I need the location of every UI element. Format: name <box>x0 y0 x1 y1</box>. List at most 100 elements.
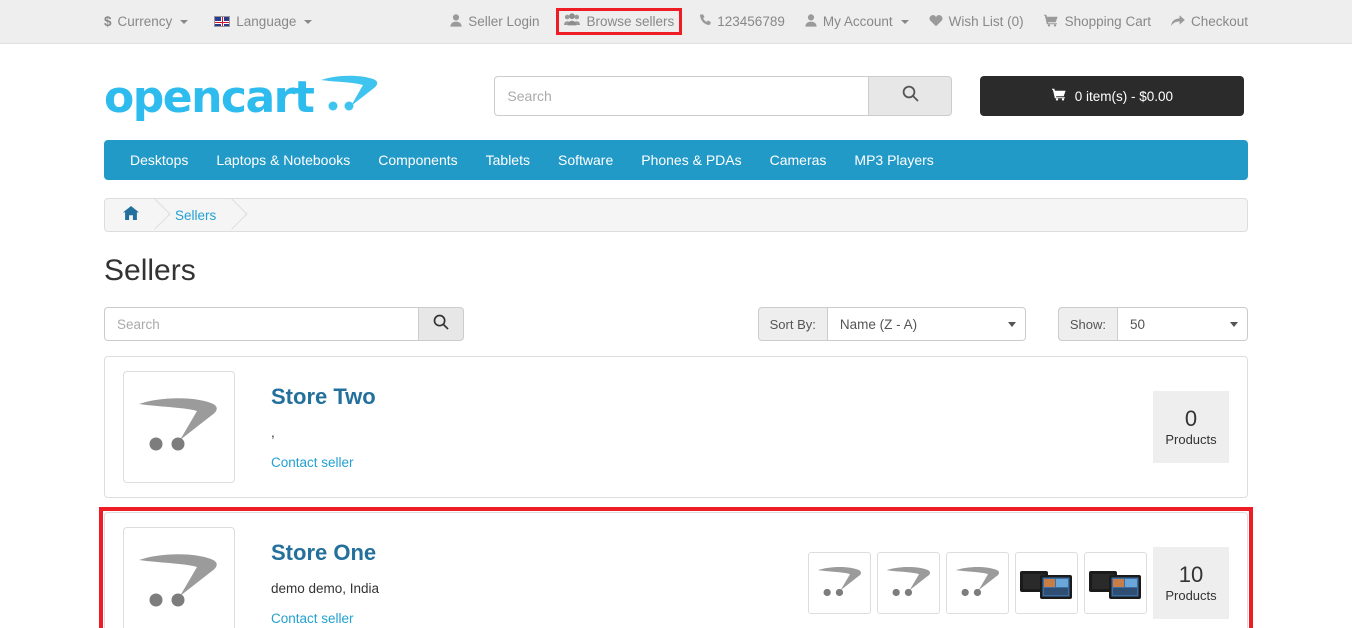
seller-card[interactable]: Store Two , Contact seller 0 Products <box>104 356 1248 498</box>
product-count-badge: 0 Products <box>1153 391 1229 463</box>
checkout-label: Checkout <box>1190 14 1248 29</box>
cart-total-button[interactable]: 0 item(s) - $0.00 <box>980 76 1245 116</box>
product-thumbnail[interactable] <box>877 552 940 614</box>
search-icon <box>902 85 919 107</box>
heart-icon <box>929 14 943 30</box>
show-label: Show: <box>1057 307 1118 341</box>
seller-card-right: 10 Products <box>808 547 1229 619</box>
seller-search <box>104 307 464 341</box>
sort-by-value: Name (Z - A) <box>839 316 918 332</box>
seller-info: Store One demo demo, India Contact selle… <box>271 540 808 625</box>
currency-dropdown[interactable]: $ Currency <box>104 13 189 29</box>
header-search <box>494 76 953 116</box>
contact-seller-link[interactable]: Contact seller <box>271 455 1147 470</box>
my-account-dropdown[interactable]: My Account <box>805 14 909 30</box>
product-count-number: 10 <box>1178 561 1204 587</box>
product-thumbnails <box>808 552 1147 614</box>
site-logo[interactable]: opencart <box>104 72 381 124</box>
arrow-share-icon <box>1170 14 1185 30</box>
language-label: Language <box>236 14 297 29</box>
phone-label: 123456789 <box>717 14 785 29</box>
search-icon <box>433 314 449 335</box>
seller-name[interactable]: Store Two <box>271 384 1147 410</box>
chevron-down-icon <box>180 19 189 24</box>
breadcrumb-home[interactable] <box>105 198 171 232</box>
seller-address: demo demo, India <box>271 580 380 596</box>
product-count-number: 0 <box>1184 405 1198 431</box>
chevron-down-icon <box>1230 321 1238 327</box>
seller-address: , <box>271 424 275 440</box>
sort-by-label: Sort By: <box>757 307 828 341</box>
wish-list-link[interactable]: Wish List (0) <box>929 14 1024 30</box>
main-nav-wrapper: Desktops Laptops & Notebooks Components … <box>0 140 1352 180</box>
top-bar: $ Currency Language Seller Login Browse … <box>0 0 1352 44</box>
product-count-badge: 10 Products <box>1153 547 1229 619</box>
seller-search-button[interactable] <box>418 307 464 341</box>
phone-icon <box>699 13 712 30</box>
cart-icon <box>1043 14 1059 30</box>
shopping-cart-link[interactable]: Shopping Cart <box>1043 14 1151 30</box>
sort-by-select[interactable]: Name (Z - A) <box>827 307 1026 341</box>
main-content: Sellers Sellers Sort By: Name (Z - A) <box>0 198 1352 628</box>
seller-login-label: Seller Login <box>468 14 540 29</box>
seller-avatar[interactable] <box>123 527 235 628</box>
flag-uk-icon <box>214 16 231 27</box>
cart-swoosh-icon <box>319 72 381 124</box>
currency-label: Currency <box>117 14 173 29</box>
chevron-down-icon <box>304 19 313 24</box>
seller-login-link[interactable]: Seller Login <box>450 14 539 30</box>
filter-controls: Sort By: Name (Z - A) Show: 50 <box>757 307 1248 341</box>
show-value: 50 <box>1130 316 1146 332</box>
site-header: opencart 0 item(s) - $0.00 <box>0 44 1352 124</box>
dollar-icon: $ <box>104 13 112 29</box>
sort-by-group: Sort By: Name (Z - A) <box>757 307 1026 341</box>
my-account-label: My Account <box>822 14 893 29</box>
search-button[interactable] <box>868 76 953 116</box>
user-icon <box>805 14 817 30</box>
product-count-label: Products <box>1165 587 1217 603</box>
cart-icon <box>1051 88 1067 104</box>
language-dropdown[interactable]: Language <box>214 14 313 29</box>
breadcrumb-sellers-label: Sellers <box>175 207 217 223</box>
logo-text: opencart <box>104 72 315 123</box>
users-group-icon <box>564 13 581 29</box>
product-thumbnail[interactable] <box>946 552 1009 614</box>
contact-seller-link[interactable]: Contact seller <box>271 611 808 626</box>
breadcrumb-sellers[interactable]: Sellers <box>157 198 248 232</box>
cart-total-label: 0 item(s) - $0.00 <box>1074 88 1174 104</box>
main-nav: Desktops Laptops & Notebooks Components … <box>104 140 1248 180</box>
show-select[interactable]: 50 <box>1118 307 1248 341</box>
phone-number[interactable]: 123456789 <box>699 13 785 30</box>
seller-avatar[interactable] <box>123 371 235 483</box>
top-bar-left: $ Currency Language <box>104 13 313 29</box>
shopping-cart-label: Shopping Cart <box>1064 14 1151 29</box>
nav-item-desktops[interactable]: Desktops <box>116 140 202 180</box>
checkout-link[interactable]: Checkout <box>1170 14 1248 30</box>
chevron-down-icon <box>900 19 909 24</box>
browse-sellers-label: Browse sellers <box>586 13 675 29</box>
product-count-label: Products <box>1165 431 1217 447</box>
browse-sellers-link[interactable]: Browse sellers <box>556 8 683 35</box>
nav-item-cameras[interactable]: Cameras <box>756 140 841 180</box>
page-title: Sellers <box>104 254 196 287</box>
nav-item-phones-pdas[interactable]: Phones & PDAs <box>627 140 755 180</box>
search-input[interactable] <box>494 76 869 116</box>
top-bar-right: Seller Login Browse sellers 123456789 My… <box>450 8 1248 35</box>
nav-item-laptops-notebooks[interactable]: Laptops & Notebooks <box>202 140 364 180</box>
nav-item-software[interactable]: Software <box>544 140 627 180</box>
nav-item-components[interactable]: Components <box>364 140 471 180</box>
breadcrumb: Sellers <box>104 198 1248 232</box>
home-icon <box>123 206 139 224</box>
seller-search-input[interactable] <box>104 307 418 341</box>
nav-item-mp3-players[interactable]: MP3 Players <box>840 140 947 180</box>
seller-card-highlight-wrapper: Store One demo demo, India Contact selle… <box>99 507 1253 628</box>
seller-card[interactable]: Store One demo demo, India Contact selle… <box>104 512 1248 628</box>
seller-name[interactable]: Store One <box>271 540 808 566</box>
seller-card-right: 0 Products <box>1147 391 1229 463</box>
user-icon <box>450 14 462 30</box>
product-thumbnail[interactable] <box>1084 552 1147 614</box>
product-thumbnail[interactable] <box>1015 552 1078 614</box>
nav-item-tablets[interactable]: Tablets <box>472 140 544 180</box>
filter-toolbar: Sort By: Name (Z - A) Show: 50 <box>104 306 1248 342</box>
product-thumbnail[interactable] <box>808 552 871 614</box>
